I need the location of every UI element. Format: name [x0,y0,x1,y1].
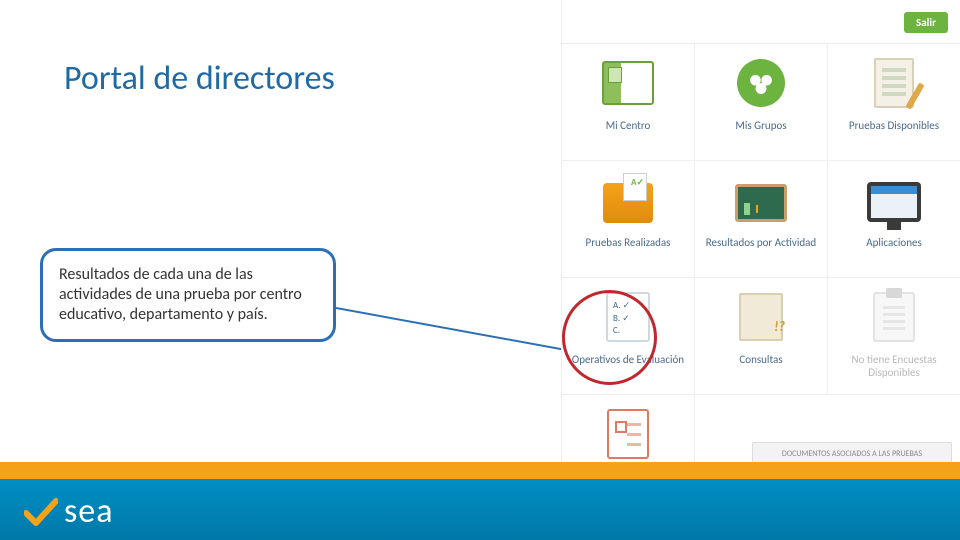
page-title: Portal de directores [64,58,335,99]
tile-encuestas-disponibles[interactable]: No tiene Encuestas Disponibles [827,277,960,395]
folder-icon [599,171,657,229]
tile-label: Pruebas Disponibles [843,120,945,133]
tile-aplicaciones[interactable]: Aplicaciones [827,160,960,278]
tile-mi-centro[interactable]: Mi Centro [561,43,695,161]
tile-pruebas-realizadas[interactable]: Pruebas Realizadas [561,160,695,278]
tile-operativos-evaluacion[interactable]: Operativos de Evaluación [561,277,695,395]
note-question-icon [732,288,790,346]
slide: Portal de directores Resultados de cada … [0,0,960,540]
tile-consultas[interactable]: Consultas [694,277,828,395]
tile-label: Mi Centro [600,120,657,133]
callout-text: Resultados de cada una de las actividade… [59,265,302,324]
book-icon [599,54,657,112]
tile-label: Resultados por Actividad [700,237,822,250]
logo-text: sea [64,491,114,532]
tile-label: Consultas [733,354,788,367]
tile-label: No tiene Encuestas Disponibles [828,354,960,379]
tile-label: Aplicaciones [860,237,928,250]
callout-connector [336,300,566,360]
footer-band: sea [0,462,960,540]
clipboard-icon [865,288,923,346]
monitor-icon [865,171,923,229]
logo-check-icon [24,497,58,527]
exit-button[interactable]: Salir [904,12,948,33]
sea-logo: sea [24,491,114,532]
tile-label: Mis Grupos [729,120,792,133]
tile-pruebas-disponibles[interactable]: Pruebas Disponibles [827,43,960,161]
checklist-icon [599,288,657,346]
survey-results-icon [599,405,657,463]
tile-mis-grupos[interactable]: Mis Grupos [694,43,828,161]
tile-label: Operativos de Evaluación [566,354,690,367]
portal-panel: Salir Mi Centro Mis Grupos Pruebas Dispo… [561,0,960,540]
chalkboard-chart-icon [732,171,790,229]
callout-box: Resultados de cada una de las actividade… [40,248,336,342]
document-pencil-icon [865,54,923,112]
tile-label: Pruebas Realizadas [580,237,677,250]
tile-resultados-actividad[interactable]: Resultados por Actividad [694,160,828,278]
groups-icon [732,54,790,112]
